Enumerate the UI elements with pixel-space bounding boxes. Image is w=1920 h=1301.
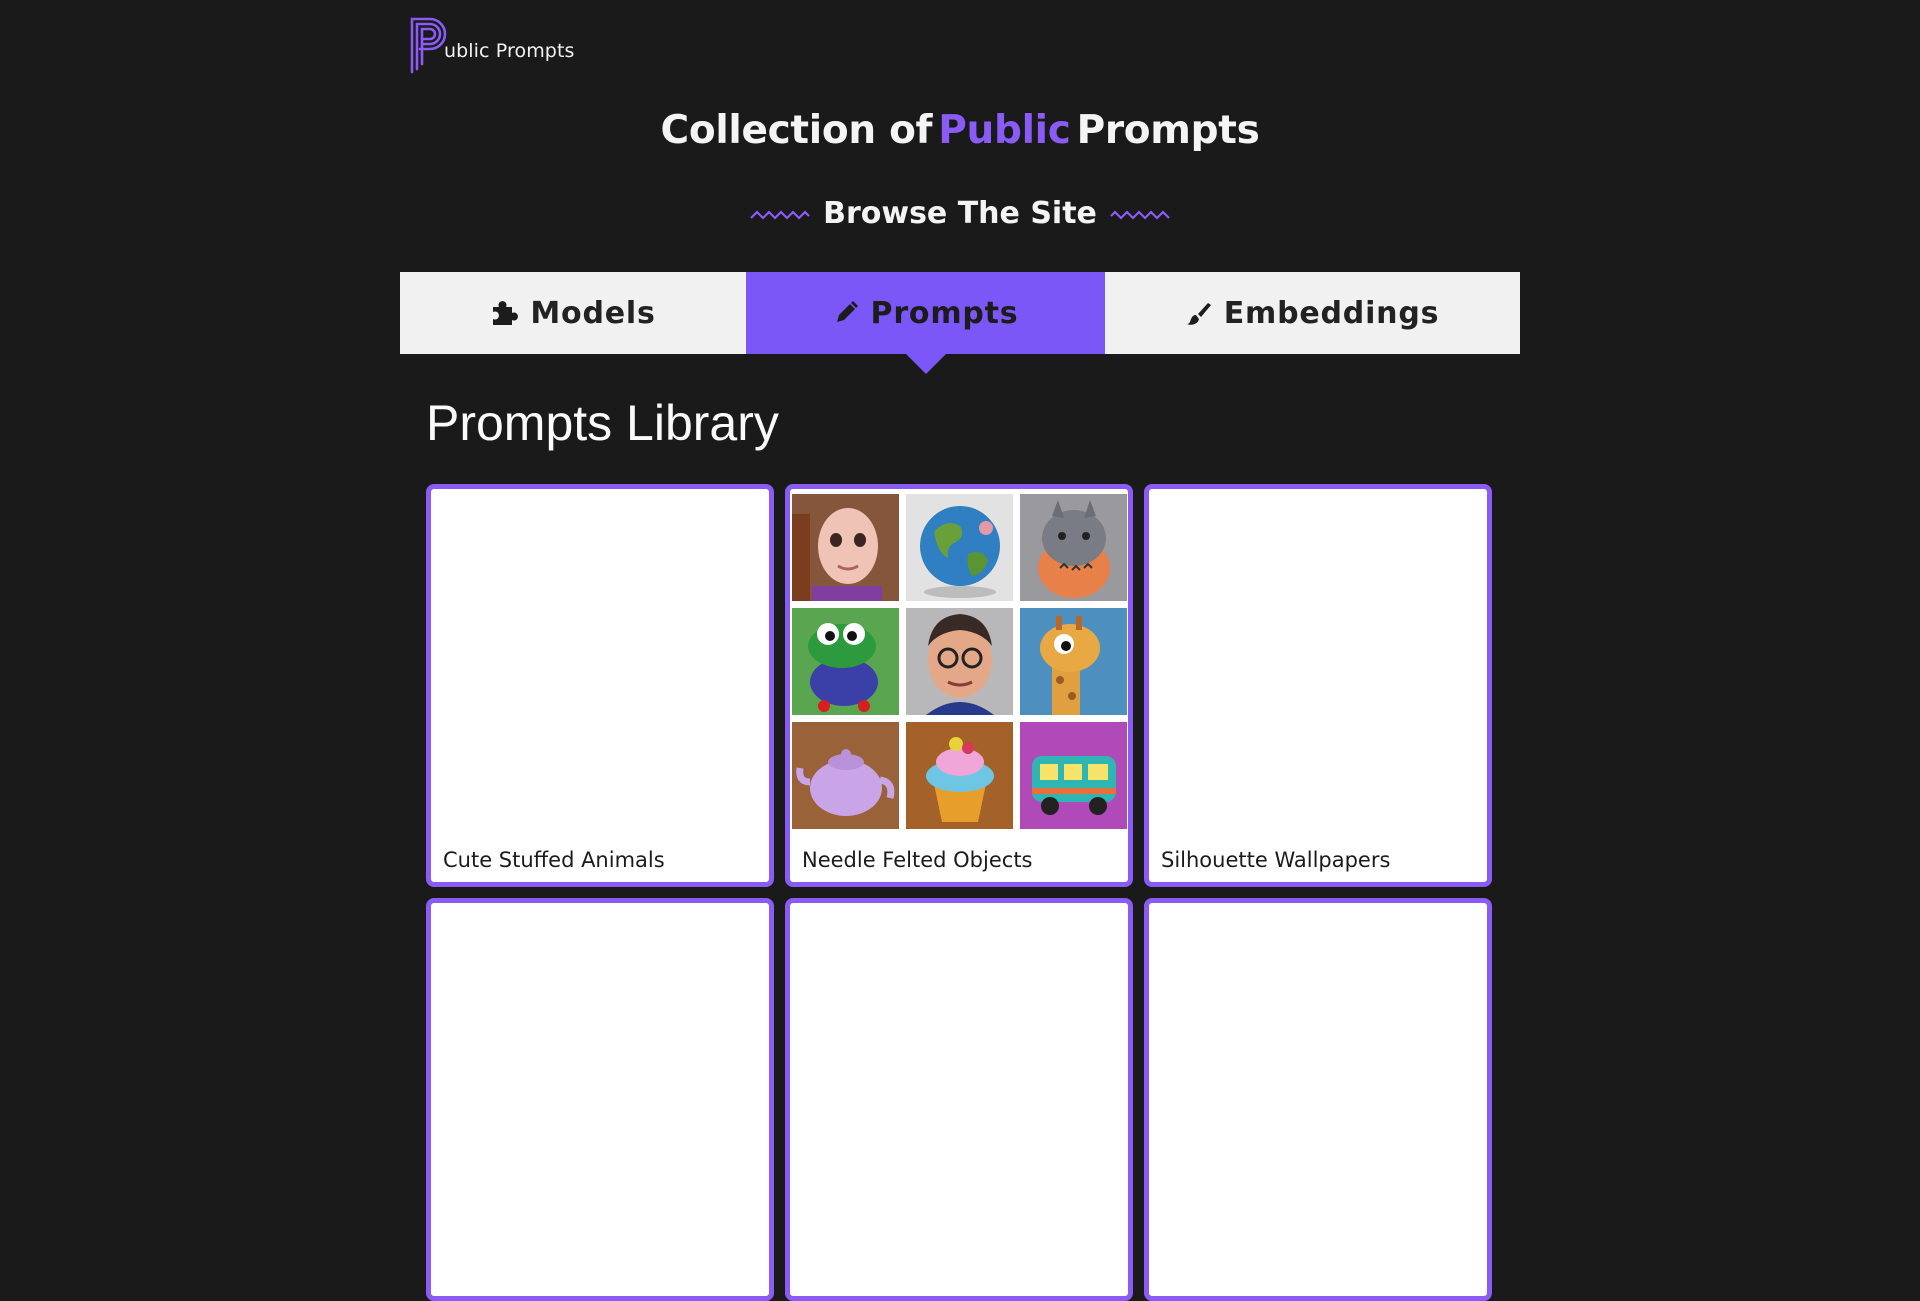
tab-models-label: Models xyxy=(530,295,656,331)
site-logo[interactable]: ublic Prompts xyxy=(408,14,575,76)
browse-label: Browse The Site xyxy=(823,196,1097,231)
browse-heading: Browse The Site xyxy=(0,196,1920,231)
site-tabs: Models Prompts Embeddings xyxy=(400,272,1520,374)
zigzag-left-icon xyxy=(750,209,810,220)
card-row2-2[interactable] xyxy=(785,898,1133,1301)
thumbnail-felted-girl xyxy=(792,494,899,601)
tab-embeddings-label: Embeddings xyxy=(1223,295,1440,331)
thumbnail-grid xyxy=(792,494,1127,829)
hero-title-end: Prompts xyxy=(1076,108,1260,153)
hero-title-start: Collection of xyxy=(660,108,933,153)
tab-models[interactable]: Models xyxy=(400,272,746,354)
card-silhouette-wallpapers[interactable]: Silhouette Wallpapers xyxy=(1144,484,1492,887)
pencil-icon xyxy=(836,301,858,322)
card-title: Needle Felted Objects xyxy=(802,848,1033,872)
thumbnail-felted-giraffe xyxy=(1020,608,1127,715)
zigzag-right-icon xyxy=(1110,209,1170,220)
hero-title-accent: Public xyxy=(938,108,1071,153)
thumbnail-felted-totoro xyxy=(1020,494,1127,601)
tab-prompts[interactable]: Prompts xyxy=(746,272,1105,374)
thumbnail-felted-cupcake xyxy=(906,722,1013,829)
card-title: Silhouette Wallpapers xyxy=(1161,848,1391,872)
library-title: Prompts Library xyxy=(426,395,779,451)
thumbnail-felted-frog xyxy=(792,608,899,715)
tab-embeddings[interactable]: Embeddings xyxy=(1105,272,1520,354)
card-row2-3[interactable] xyxy=(1144,898,1492,1301)
card-title: Cute Stuffed Animals xyxy=(443,848,665,872)
tab-prompts-label: Prompts xyxy=(870,295,1019,331)
logo-text: ublic Prompts xyxy=(444,40,575,62)
brush-icon xyxy=(1186,303,1211,325)
thumbnail-felted-teapot xyxy=(792,722,899,829)
card-cute-stuffed-animals[interactable]: Cute Stuffed Animals xyxy=(426,484,774,887)
hero-title: Collection of Public Prompts xyxy=(0,108,1920,153)
prompt-card-grid: Cute Stuffed Animals Needle Felted Objec… xyxy=(426,484,1492,1301)
thumbnail-felted-man xyxy=(906,608,1013,715)
card-needle-felted-objects[interactable]: Needle Felted Objects xyxy=(785,484,1133,887)
card-row2-1[interactable] xyxy=(426,898,774,1301)
thumbnail-felted-globe xyxy=(906,494,1013,601)
puzzle-icon xyxy=(493,301,519,325)
thumbnail-felted-van xyxy=(1020,722,1127,829)
